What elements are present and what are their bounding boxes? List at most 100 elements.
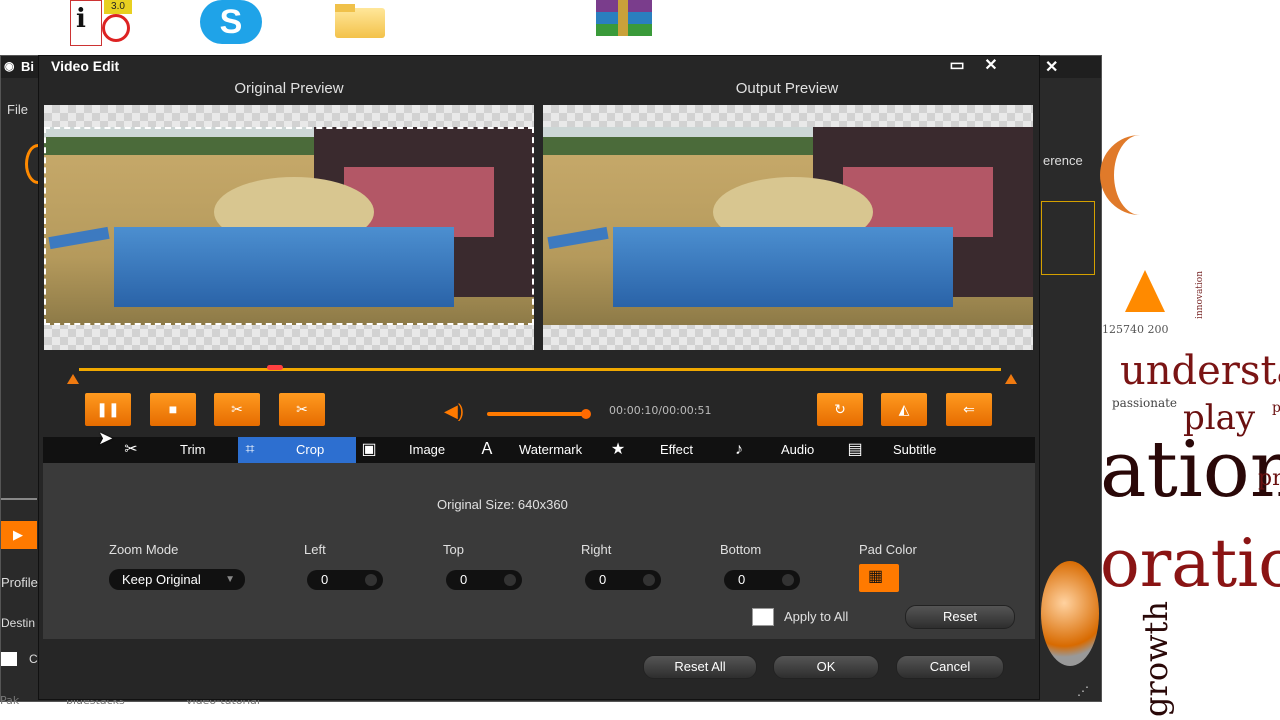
word-cloud-word: oration: [1100, 525, 1280, 602]
tab-trim[interactable]: Trim: [180, 437, 206, 463]
split-button[interactable]: ✂: [279, 393, 325, 426]
flip-vertical-button[interactable]: ⇐: [946, 393, 992, 426]
destination-label: Destin: [1, 616, 36, 630]
seek-bar[interactable]: [79, 368, 1001, 371]
dialog-title: Video Edit: [51, 58, 120, 74]
volume-slider[interactable]: [487, 412, 587, 416]
close-icon[interactable]: ✕: [981, 58, 1001, 74]
top-value: 0: [460, 572, 468, 587]
vlc-icon[interactable]: [1125, 270, 1165, 312]
background-close-icon[interactable]: ✕: [1045, 57, 1058, 77]
music-note-icon[interactable]: ♪: [727, 437, 751, 463]
folder-icon[interactable]: [333, 0, 403, 48]
menu-file[interactable]: File: [7, 102, 28, 117]
zoom-mode-value: Keep Original: [122, 572, 201, 587]
output-preview: [543, 105, 1033, 350]
time-display: 00:00:10/00:00:51: [609, 404, 712, 417]
star-icon[interactable]: ★: [606, 437, 630, 463]
word-cloud-word: pr: [1258, 466, 1280, 491]
subtitle-icon[interactable]: ▤: [843, 437, 867, 463]
chevron-down-icon: ▼: [225, 574, 235, 585]
top-stepper[interactable]: 0: [446, 570, 522, 590]
reset-all-button[interactable]: Reset All: [643, 655, 757, 679]
winrar-icon[interactable]: [590, 0, 660, 48]
reset-button[interactable]: Reset: [905, 605, 1015, 629]
crop-selection-box[interactable]: [44, 127, 534, 325]
info-app-icon[interactable]: i 3.0: [66, 0, 136, 48]
flip-horizontal-icon: ◭: [898, 401, 910, 417]
zoom-mode-label: Zoom Mode: [109, 542, 179, 557]
stepper-arrows-icon[interactable]: [643, 574, 655, 586]
image-icon[interactable]: ▣: [357, 437, 381, 463]
output-preview-label: Output Preview: [735, 80, 839, 97]
cut-button[interactable]: ✂: [214, 393, 260, 426]
trim-start-marker[interactable]: [67, 374, 79, 384]
stepper-arrows-icon[interactable]: [365, 574, 377, 586]
trim-end-marker[interactable]: [1005, 374, 1017, 384]
original-size-label: Original Size: 640x360: [437, 497, 568, 512]
resize-grip-icon[interactable]: ⋰: [1077, 684, 1089, 698]
stepper-arrows-icon[interactable]: [504, 574, 516, 586]
word-cloud-word: growth: [1136, 601, 1175, 717]
convert-button[interactable]: [1041, 561, 1099, 666]
volume-icon[interactable]: ◀): [444, 401, 464, 422]
top-label: Top: [443, 542, 464, 557]
pad-color-button[interactable]: ▦: [859, 564, 899, 592]
tab-subtitle[interactable]: Subtitle: [893, 437, 936, 463]
background-app-title: Bi: [21, 59, 34, 74]
stepper-arrows-icon[interactable]: [782, 574, 794, 586]
video-edit-dialog: Video Edit ▭ ✕ Original Preview Output P…: [38, 55, 1040, 700]
preference-label[interactable]: erence: [1043, 153, 1083, 168]
crop-icon[interactable]: ⌗: [238, 437, 262, 463]
tab-effect[interactable]: Effect: [660, 437, 693, 463]
word-cloud-word: 125740 200: [1102, 323, 1169, 336]
tab-crop[interactable]: Crop: [296, 437, 324, 463]
color-grid-icon: ▦: [868, 568, 884, 585]
skype-icon[interactable]: S: [198, 0, 268, 48]
volume-knob[interactable]: [581, 409, 591, 419]
stop-button[interactable]: ■: [150, 393, 196, 426]
desktop-label[interactable]: Pak: [0, 694, 19, 707]
left-stepper[interactable]: 0: [307, 570, 383, 590]
original-preview[interactable]: [44, 105, 534, 350]
word-cloud-word: innovation: [1195, 270, 1206, 320]
app-logo-icon: ◉: [4, 59, 15, 73]
bottom-label: Bottom: [720, 542, 762, 557]
bottom-stepper[interactable]: 0: [724, 570, 800, 590]
profile-label: Profile: [1, 575, 38, 590]
pause-icon: ❚❚: [96, 401, 120, 417]
zoom-mode-select[interactable]: Keep Original ▼: [109, 569, 245, 590]
tab-watermark[interactable]: Watermark: [519, 437, 582, 463]
checkbox-label: C: [29, 652, 38, 666]
apply-to-all-label: Apply to All: [784, 609, 849, 624]
flip-vertical-icon: ⇐: [963, 401, 975, 417]
merge-checkbox[interactable]: [1, 652, 17, 666]
word-cloud-word: passionate: [1112, 396, 1178, 410]
version-badge: 3.0: [104, 0, 132, 14]
pause-button[interactable]: ❚❚: [85, 393, 131, 426]
format-thumbnail[interactable]: [1041, 201, 1095, 275]
seek-handle[interactable]: [267, 365, 283, 370]
scissors-icon[interactable]: ✂: [119, 437, 143, 463]
right-stepper[interactable]: 0: [585, 570, 661, 590]
word-cloud-word: ation: [1100, 425, 1280, 515]
tab-image[interactable]: Image: [409, 437, 445, 463]
cancel-button[interactable]: Cancel: [896, 655, 1004, 679]
tab-audio[interactable]: Audio: [781, 437, 814, 463]
rotate-button[interactable]: ↻: [817, 393, 863, 426]
right-label: Right: [581, 542, 612, 557]
watermark-icon[interactable]: Ａ: [475, 437, 499, 463]
play-icon[interactable]: ▶: [1, 521, 37, 549]
video-frame: [44, 127, 534, 325]
left-label: Left: [304, 542, 326, 557]
right-value: 0: [599, 572, 607, 587]
video-frame: [543, 127, 1033, 325]
bottom-value: 0: [738, 572, 746, 587]
edit-tab-bar: ✂ Trim ⌗ Crop ▣ Image Ａ Watermark ★ Effe…: [43, 437, 1035, 463]
stop-icon: ■: [168, 401, 178, 417]
apply-to-all-checkbox[interactable]: [752, 608, 774, 626]
original-preview-label: Original Preview: [234, 80, 344, 97]
ok-button[interactable]: OK: [773, 655, 879, 679]
flip-horizontal-button[interactable]: ◭: [881, 393, 927, 426]
maximize-icon[interactable]: ▭: [947, 58, 967, 74]
